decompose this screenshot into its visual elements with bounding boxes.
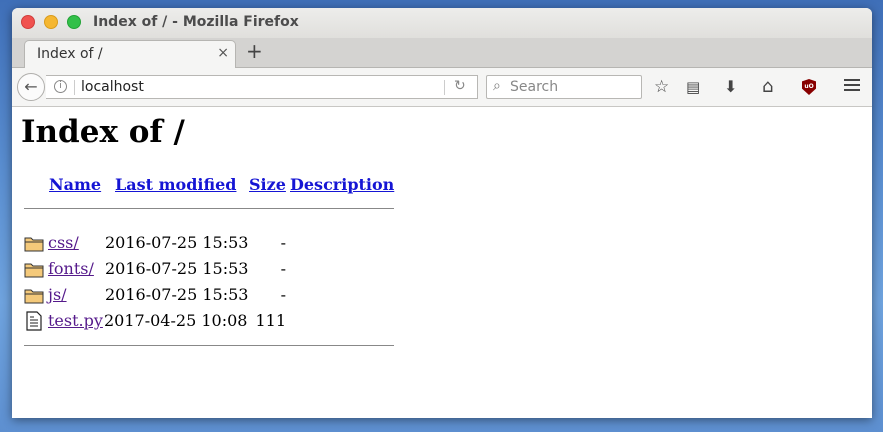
- home-icon[interactable]: ⌂: [762, 77, 773, 97]
- entry-size: -: [280, 233, 286, 252]
- minimize-window-button[interactable]: [44, 15, 58, 29]
- tab-strip: Index of / × +: [12, 38, 872, 68]
- arrow-left-icon: ←: [24, 77, 38, 96]
- url-separator: [74, 80, 75, 95]
- new-tab-button[interactable]: +: [246, 40, 263, 62]
- entry-modified: 2016-07-25 15:53: [105, 233, 249, 252]
- url-separator: [444, 80, 445, 95]
- nav-toolbar: ← i localhost ↻ ⌕ Search ☆ ▤ ⬇ ⌂ uO: [12, 68, 872, 107]
- entry-link[interactable]: css/: [48, 233, 79, 252]
- entry-link[interactable]: fonts/: [48, 259, 94, 278]
- column-header-description[interactable]: Description: [290, 175, 394, 194]
- tab-label: Index of /: [37, 46, 103, 62]
- star-icon[interactable]: ☆: [654, 77, 669, 97]
- entry-modified: 2016-07-25 15:53: [105, 285, 249, 304]
- entry-modified: 2016-07-25 15:53: [105, 259, 249, 278]
- search-input[interactable]: ⌕ Search: [486, 75, 642, 99]
- close-window-button[interactable]: [21, 15, 35, 29]
- tab-close-icon[interactable]: ×: [217, 45, 229, 61]
- entry-size: -: [280, 285, 286, 304]
- tab-index[interactable]: Index of / ×: [24, 40, 236, 68]
- entry-size: -: [280, 259, 286, 278]
- page-content: Index of / Name Last modified Size Descr…: [12, 107, 872, 418]
- reload-icon[interactable]: ↻: [454, 78, 466, 94]
- folder-icon: [24, 263, 44, 278]
- info-icon[interactable]: i: [54, 80, 67, 93]
- menu-icon[interactable]: [844, 79, 860, 94]
- title-bar: Index of / - Mozilla Firefox: [12, 8, 872, 38]
- page-heading: Index of /: [21, 114, 185, 150]
- search-placeholder: Search: [510, 79, 559, 95]
- entry-link[interactable]: js/: [48, 285, 67, 304]
- entry-modified: 2017-04-25 10:08: [104, 311, 248, 330]
- download-icon[interactable]: ⬇: [724, 77, 737, 97]
- footer-divider: [24, 345, 394, 346]
- maximize-window-button[interactable]: [67, 15, 81, 29]
- url-bar[interactable]: i localhost ↻: [46, 75, 478, 99]
- entry-link[interactable]: test.py: [48, 311, 103, 330]
- folder-icon: [24, 289, 44, 304]
- reading-list-icon[interactable]: ▤: [686, 77, 700, 97]
- window-title: Index of / - Mozilla Firefox: [93, 14, 299, 30]
- column-header-name[interactable]: Name: [49, 175, 101, 194]
- ublock-icon[interactable]: uO: [802, 79, 816, 95]
- search-icon: ⌕: [493, 78, 501, 94]
- text-file-icon: [26, 311, 42, 331]
- back-button[interactable]: ←: [17, 73, 45, 101]
- browser-window: Index of / - Mozilla Firefox Index of / …: [12, 8, 872, 418]
- column-header-size[interactable]: Size: [249, 175, 286, 194]
- folder-icon: [24, 237, 44, 252]
- header-divider: [24, 208, 394, 209]
- column-header-last-modified[interactable]: Last modified: [115, 175, 236, 194]
- url-text[interactable]: localhost: [81, 79, 144, 95]
- entry-size: 111: [255, 311, 286, 330]
